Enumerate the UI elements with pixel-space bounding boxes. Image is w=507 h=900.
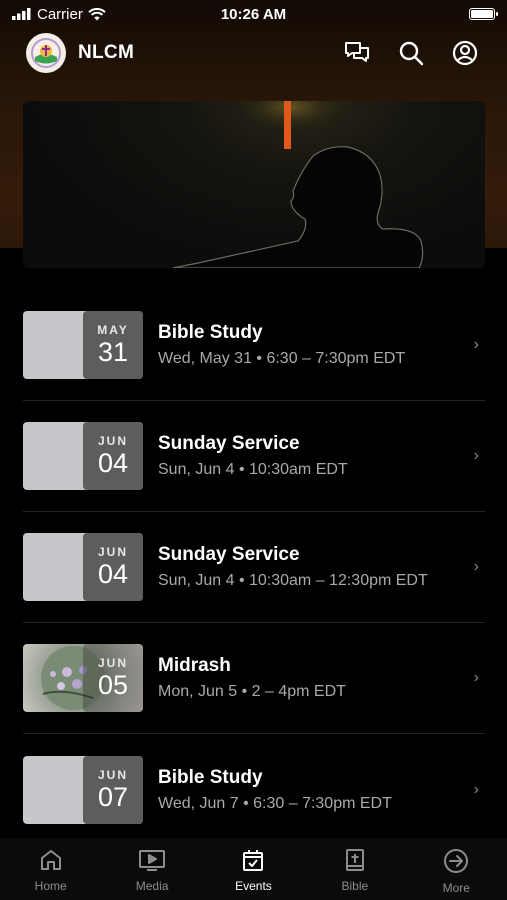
tab-more[interactable]: More [416, 848, 496, 900]
event-row[interactable]: JUN 04 Sunday Service Sun, Jun 4 • 10:30… [23, 512, 485, 623]
tab-label: Media [135, 879, 169, 893]
chat-icon [345, 42, 369, 62]
event-row[interactable]: MAY 31 Bible Study Wed, May 31 • 6:30 – … [23, 290, 485, 401]
tab-label: More [442, 881, 470, 895]
date-day: 31 [97, 337, 129, 367]
tv-icon [139, 850, 166, 871]
status-bar: Carrier 10:26 AM [0, 0, 507, 28]
tab-label: Home [34, 879, 67, 893]
chat-button[interactable] [341, 37, 373, 69]
chevron-right-icon: › [473, 336, 479, 353]
search-icon [399, 41, 424, 66]
date-day: 04 [97, 448, 129, 478]
app-title: NLCM [78, 42, 135, 63]
event-thumbnail: JUN 07 [23, 755, 143, 824]
event-row[interactable]: JUN 07 Bible Study Wed, Jun 7 • 6:30 – 7… [23, 734, 485, 845]
tab-label: Events [235, 879, 272, 893]
search-button[interactable] [395, 37, 427, 69]
calendar-icon [243, 850, 264, 871]
app-bar: NLCM [0, 32, 507, 74]
event-title: Sunday Service [158, 544, 300, 565]
bible-icon [345, 849, 364, 871]
tab-bible[interactable]: Bible [315, 848, 395, 900]
date-month: JUN [97, 656, 128, 670]
event-row[interactable]: JUN 04 Sunday Service Sun, Jun 4 • 10:30… [23, 401, 485, 512]
date-day: 05 [97, 670, 129, 700]
event-thumbnail: MAY 31 [23, 311, 143, 379]
date-day: 07 [97, 781, 129, 812]
date-badge: JUN 04 [83, 533, 143, 601]
home-icon [40, 850, 61, 870]
battery-icon [469, 8, 498, 20]
event-thumbnail: JUN 04 [23, 533, 143, 601]
event-title: Midrash [158, 655, 231, 676]
tab-events[interactable]: Events [213, 848, 293, 900]
event-time: Sun, Jun 4 • 10:30am – 12:30pm EDT [158, 572, 428, 589]
event-title: Bible Study [158, 766, 263, 788]
date-badge: JUN 04 [83, 422, 143, 490]
event-time: Mon, Jun 5 • 2 – 4pm EDT [158, 683, 346, 700]
signal-icon [12, 8, 31, 20]
events-list: MAY 31 Bible Study Wed, May 31 • 6:30 – … [23, 290, 485, 845]
arrow-circle-icon [444, 849, 469, 873]
logo-icon [31, 38, 61, 68]
event-time: Sun, Jun 4 • 10:30am EDT [158, 461, 348, 478]
profile-button[interactable] [449, 37, 481, 69]
wifi-icon [88, 7, 106, 20]
chevron-right-icon: › [473, 669, 479, 686]
church-logo[interactable] [26, 33, 66, 73]
tab-media[interactable]: Media [112, 848, 192, 900]
date-badge: MAY 31 [83, 311, 143, 379]
date-badge: JUN 05 [83, 644, 143, 712]
event-row[interactable]: JUN 05 Midrash Mon, Jun 5 • 2 – 4pm EDT … [23, 623, 485, 734]
date-month: JUN [97, 545, 128, 559]
bottom-tab-bar: Home Media Events Bible More [0, 838, 507, 900]
chevron-right-icon: › [473, 558, 479, 575]
chevron-right-icon: › [473, 447, 479, 464]
date-month: MAY [97, 323, 129, 337]
date-month: JUN [97, 767, 128, 782]
tab-label: Bible [341, 879, 369, 893]
date-day: 04 [97, 559, 129, 589]
event-title: Bible Study [158, 322, 263, 343]
date-badge: JUN 07 [83, 755, 143, 824]
event-thumbnail: JUN 04 [23, 422, 143, 490]
event-title: Sunday Service [158, 433, 300, 454]
date-month: JUN [97, 434, 128, 448]
event-time: Wed, May 31 • 6:30 – 7:30pm EDT [158, 350, 406, 367]
hero-banner-image[interactable] [23, 101, 485, 268]
account-icon [452, 40, 478, 66]
tab-home[interactable]: Home [11, 848, 91, 900]
event-time: Wed, Jun 7 • 6:30 – 7:30pm EDT [158, 794, 392, 812]
chevron-right-icon: › [473, 780, 479, 798]
carrier-label: Carrier [37, 5, 83, 23]
event-thumbnail-photo: JUN 05 [23, 644, 143, 712]
hero-photo [172, 101, 424, 268]
